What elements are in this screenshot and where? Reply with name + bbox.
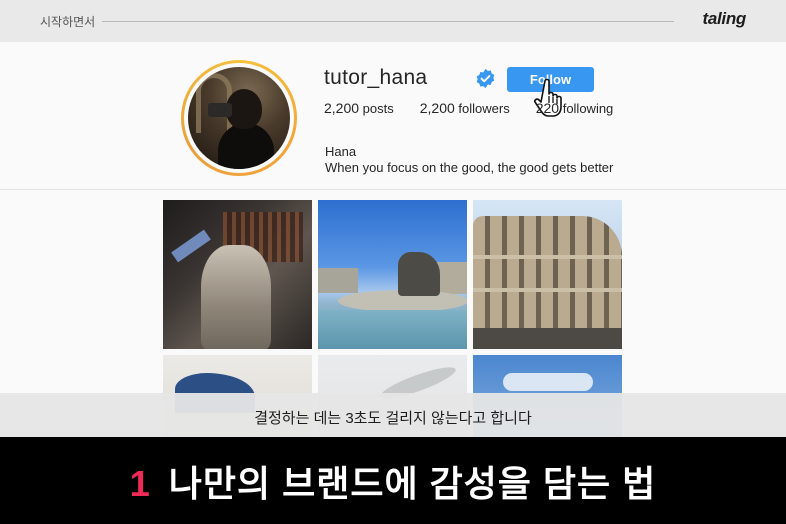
avatar-story-ring[interactable] (181, 60, 297, 176)
username: tutor_hana (324, 66, 428, 89)
breadcrumb: 시작하면서 (40, 15, 96, 29)
lesson-title-text: 나만의 브랜드에 감성을 담는 법 (168, 463, 657, 504)
breadcrumb-divider (102, 21, 674, 22)
post-thumbnail[interactable] (163, 200, 312, 349)
following-count[interactable]: 220 following (536, 100, 614, 116)
video-frame: 시작하면서 taling tutor_hana Follow 2,200 pos… (0, 0, 786, 437)
avatar (188, 67, 290, 169)
subtitle-text: 결정하는 데는 3초도 걸리지 않는다고 합니다 (254, 410, 532, 427)
instagram-profile-card: tutor_hana Follow 2,200 posts 2,200 foll… (0, 42, 786, 437)
post-thumbnail[interactable] (318, 200, 467, 349)
top-bar: 시작하면서 taling (0, 0, 786, 42)
lesson-number: 1 (129, 463, 151, 504)
profile-full-name: Hana (325, 144, 357, 159)
profile-bio: When you focus on the good, the good get… (325, 160, 614, 175)
lesson-title: 1 나만의 브랜드에 감성을 담는 법 (0, 455, 786, 507)
camera-icon (208, 103, 232, 117)
followers-count[interactable]: 2,200 followers (420, 100, 510, 116)
post-thumbnail[interactable] (473, 200, 622, 349)
brand-logo: taling (702, 9, 746, 28)
verified-badge-icon (476, 68, 495, 89)
profile-stats: 2,200 posts 2,200 followers 220 followin… (324, 100, 639, 116)
profile-header: tutor_hana Follow 2,200 posts 2,200 foll… (0, 42, 786, 190)
posts-count[interactable]: 2,200 posts (324, 100, 394, 116)
